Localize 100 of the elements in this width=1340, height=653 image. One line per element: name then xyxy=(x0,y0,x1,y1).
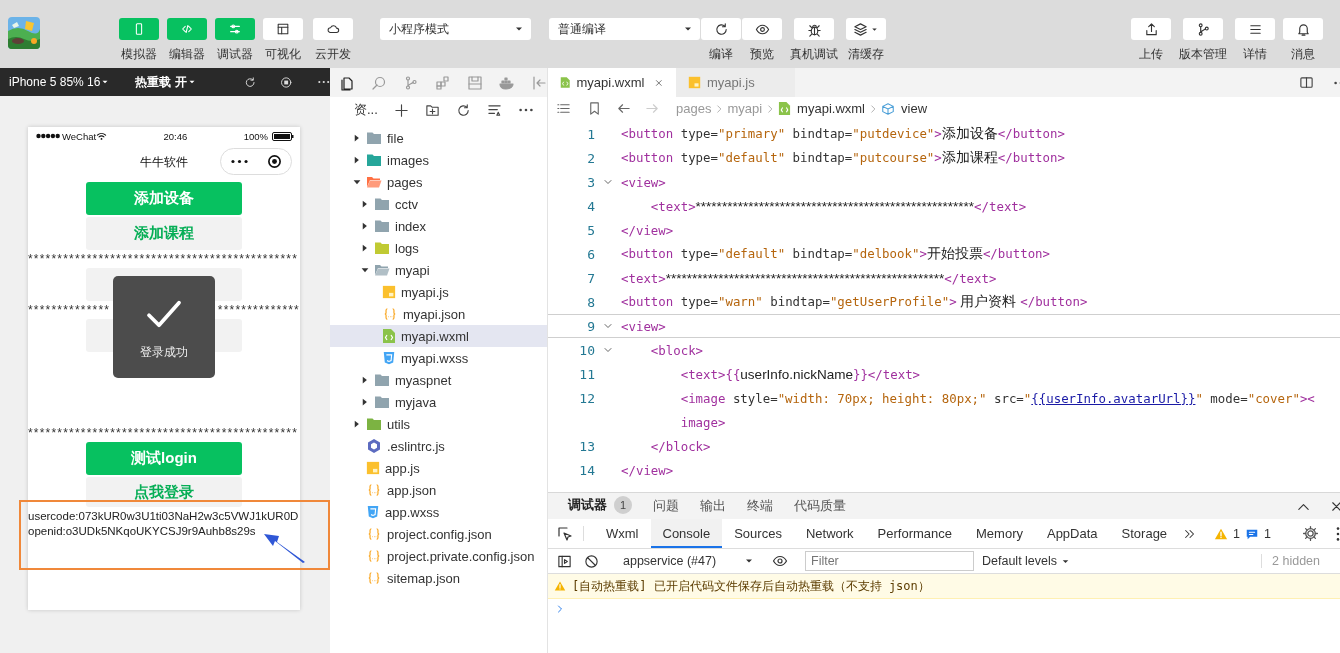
device-debug-button[interactable] xyxy=(794,18,834,40)
button-label: 编辑器 xyxy=(169,46,205,63)
compile-button[interactable] xyxy=(701,18,741,40)
outline-icon[interactable] xyxy=(556,101,571,116)
wxml-file-icon xyxy=(778,101,792,116)
compile-dropdown[interactable]: 普通编译 xyxy=(549,18,700,40)
refresh-icon xyxy=(713,21,729,37)
button-label: 消息 xyxy=(1291,46,1315,63)
open-folder-icon xyxy=(366,175,382,189)
settings-icon[interactable] xyxy=(1302,525,1319,542)
file-tree-item[interactable]: myapi.wxss xyxy=(330,347,547,369)
file-tree-item[interactable]: myapi.js xyxy=(330,281,547,303)
container-icon[interactable] xyxy=(499,74,515,91)
file-tree-item[interactable]: sitemap.json xyxy=(330,567,547,589)
phone-toggle[interactable] xyxy=(119,18,159,40)
version-button[interactable] xyxy=(1183,18,1223,40)
more-icon[interactable] xyxy=(1336,526,1340,541)
collapse-list-icon[interactable] xyxy=(486,102,502,118)
sidebar-toggle-icon[interactable] xyxy=(557,553,572,569)
context-dropdown[interactable]: appservice (#47) xyxy=(623,554,755,568)
more-icon[interactable] xyxy=(518,108,533,112)
files-icon[interactable] xyxy=(339,74,355,91)
file-tree-item[interactable]: file xyxy=(330,127,547,149)
devtools-tab[interactable]: AppData xyxy=(1034,519,1110,548)
button-label: 可视化 xyxy=(265,46,301,63)
devtools-tab[interactable]: Storage xyxy=(1109,519,1180,548)
file-tree-item[interactable]: myjava xyxy=(330,391,547,413)
devtools-tab[interactable]: Console xyxy=(650,519,723,548)
file-tree-item[interactable]: project.config.json xyxy=(330,523,547,545)
file-tree-item[interactable]: app.json xyxy=(330,479,547,501)
panel-tab[interactable]: 输出 xyxy=(700,493,726,519)
hexagon-file-icon xyxy=(366,438,382,454)
file-tree-item[interactable]: .eslintrc.js xyxy=(330,435,547,457)
upload-button[interactable] xyxy=(1131,18,1171,40)
stop-icon[interactable] xyxy=(280,74,293,90)
back-icon[interactable] xyxy=(616,101,631,116)
cloud-toggle[interactable] xyxy=(313,18,353,40)
layout-toggle[interactable] xyxy=(263,18,303,40)
panel-tab[interactable]: 问题 xyxy=(653,493,679,519)
more-icon[interactable] xyxy=(318,80,330,84)
clear-cache-button[interactable] xyxy=(846,18,886,40)
refresh-icon[interactable] xyxy=(455,102,471,118)
devtools-tab[interactable]: Wxml xyxy=(594,519,651,548)
file-tree-item[interactable]: myapi.wxml xyxy=(330,325,547,347)
search-icon[interactable] xyxy=(371,74,387,91)
refresh-icon[interactable] xyxy=(243,74,257,90)
code-line: </view> xyxy=(621,462,674,478)
code-toggle[interactable] xyxy=(167,18,207,40)
layout-icon xyxy=(276,22,290,36)
details-button[interactable] xyxy=(1235,18,1275,40)
messages-button[interactable] xyxy=(1283,18,1323,40)
json-file-icon xyxy=(366,527,382,541)
code-line: <button type="default" bindtap="delbook">开始投票</button> xyxy=(621,245,1050,263)
panel-tab[interactable]: 调试器 1 xyxy=(568,493,632,519)
eye-icon[interactable] xyxy=(772,553,788,569)
hot-reload-dropdown[interactable]: 热重载 开 xyxy=(135,73,197,91)
file-tree-item[interactable]: project.private.config.json xyxy=(330,545,547,567)
file-tree-item[interactable]: myaspnet xyxy=(330,369,547,391)
devtools-tab[interactable]: Network xyxy=(793,519,866,548)
file-tree-item[interactable]: app.wxss xyxy=(330,501,547,523)
editor-tab[interactable]: myapi.wxml xyxy=(548,68,676,97)
file-tree-item[interactable]: myapi.json xyxy=(330,303,547,325)
panel-title: 资... xyxy=(354,101,378,119)
new-folder-icon[interactable] xyxy=(424,102,440,118)
bookmark-icon[interactable] xyxy=(587,101,602,116)
filter-field[interactable]: Filter xyxy=(805,551,974,571)
breadcrumb-item[interactable]: myapi.wxml xyxy=(797,101,865,116)
preview-button[interactable] xyxy=(742,18,782,40)
devtools-tab[interactable]: Memory xyxy=(964,519,1035,548)
panel-tab[interactable]: 代码质量 xyxy=(794,493,846,519)
devtools-tab[interactable]: Performance xyxy=(865,519,964,548)
file-tree-item[interactable]: cctv xyxy=(330,193,547,215)
file-tree-item[interactable]: myapi xyxy=(330,259,547,281)
button-label: 详情 xyxy=(1243,46,1267,63)
wifi-icon xyxy=(96,130,108,142)
signal-icon xyxy=(36,133,60,139)
split-editor-icon[interactable] xyxy=(1299,75,1314,90)
mode-dropdown[interactable]: 小程序模式 xyxy=(380,18,531,40)
file-tree-item[interactable]: images xyxy=(330,149,547,171)
inspect-icon[interactable] xyxy=(557,525,573,542)
clear-console-icon[interactable] xyxy=(584,553,599,569)
button-label: 编译 xyxy=(709,46,733,63)
file-tree-item[interactable]: logs xyxy=(330,237,547,259)
file-tree-item[interactable]: app.js xyxy=(330,457,547,479)
plus-icon[interactable] xyxy=(393,102,409,118)
file-tree-item[interactable]: pages xyxy=(330,171,547,193)
file-tree-item[interactable]: utils xyxy=(330,413,547,435)
panel-tab[interactable]: 终端 xyxy=(747,493,773,519)
device-dropdown[interactable]: iPhone 5 85% 16 xyxy=(9,75,111,89)
file-tree-item[interactable]: index xyxy=(330,215,547,237)
levels-dropdown[interactable]: Default levels xyxy=(982,554,1072,568)
editor-tab[interactable]: myapi.js xyxy=(676,68,795,97)
sliders-toggle[interactable] xyxy=(215,18,255,40)
devtools-tab[interactable]: Sources xyxy=(722,519,794,548)
warning-icon xyxy=(554,580,566,592)
hidden-count: 2 hidden xyxy=(1261,554,1340,568)
breadcrumb-item[interactable]: view xyxy=(901,101,928,116)
line-number: 3 xyxy=(586,174,595,190)
wxss-file-icon xyxy=(366,505,380,519)
button-label: 调试器 xyxy=(217,46,253,63)
